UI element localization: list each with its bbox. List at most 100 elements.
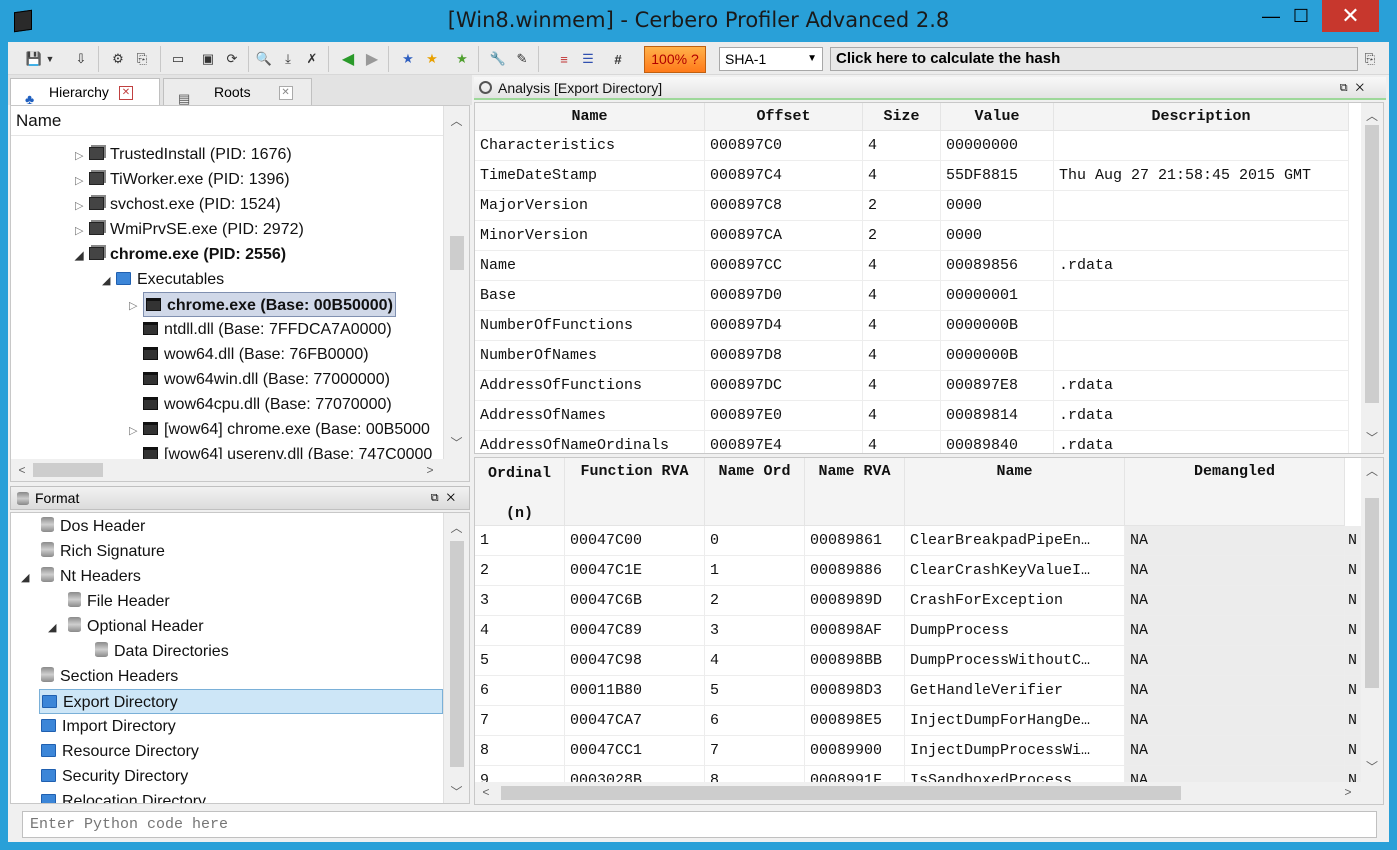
table-cell[interactable]: 00047C00 (565, 526, 705, 556)
table-cell[interactable]: 7 (475, 706, 565, 736)
table-cell[interactable]: 2 (475, 556, 565, 586)
table-cell[interactable]: 00000001 (941, 281, 1054, 311)
scroll-down-icon[interactable]: ﹀ (1361, 758, 1383, 775)
table-cell[interactable]: 000897C8 (705, 191, 863, 221)
table-cell[interactable]: DumpProcessWithoutC… (905, 646, 1125, 676)
panel-controls[interactable]: ⧉✕ (431, 487, 463, 509)
tree-node[interactable]: ◢ Nt Headers (21, 564, 141, 589)
tree-node[interactable]: ▷ svchost.exe (PID: 1524) (75, 192, 281, 217)
forward-arrow-icon[interactable]: ▶ (362, 49, 382, 69)
tree-node[interactable]: ◢ chrome.exe (PID: 2556) (75, 242, 286, 267)
table-cell[interactable]: InjectDumpProcessWi… (905, 736, 1125, 766)
table-cell[interactable]: 4 (863, 371, 941, 401)
column-header[interactable]: Name (475, 103, 705, 131)
table-cell[interactable]: AddressOfNameOrdinals (475, 431, 705, 453)
table-cell[interactable]: 4 (863, 281, 941, 311)
panel-icon[interactable]: ▣ (198, 49, 218, 69)
hash-icon[interactable]: # (608, 49, 628, 69)
refresh-icon[interactable]: ⟳ (222, 49, 242, 69)
tree-node[interactable]: ▷ WmiPrvSE.exe (PID: 2972) (75, 217, 304, 242)
table-cell[interactable]: 00047C6B (565, 586, 705, 616)
tree-node[interactable]: ▷ (129, 292, 143, 317)
table-cell[interactable]: NA (1125, 586, 1345, 616)
table-cell[interactable]: ClearBreakpadPipeEn… (905, 526, 1125, 556)
hierarchy-vertical-scrollbar[interactable]: ︿ ﹀ (443, 106, 469, 459)
layout-icon[interactable]: ≡ (554, 49, 574, 69)
scroll-up-icon[interactable]: ︿ (1361, 462, 1383, 479)
scroll-up-icon[interactable]: ︿ (444, 519, 469, 536)
table-cell[interactable]: 000897E0 (705, 401, 863, 431)
close-button[interactable]: ✕ (1322, 0, 1379, 32)
table-cell[interactable]: 000897CC (705, 251, 863, 281)
tree-node[interactable]: wow64win.dll (Base: 77000000) (143, 367, 390, 392)
column-header[interactable]: Description (1054, 103, 1349, 131)
table-cell[interactable]: 00000000 (941, 131, 1054, 161)
hash-algorithm-select[interactable]: SHA-1 ▼ (719, 47, 823, 71)
table-cell[interactable]: InjectDumpForHangDe… (905, 706, 1125, 736)
expand-icon[interactable]: ▷ (129, 419, 143, 444)
tree-node[interactable]: wow64.dll (Base: 76FB0000) (143, 342, 369, 367)
table-cell[interactable]: Base (475, 281, 705, 311)
table-cell[interactable]: 000897CA (705, 221, 863, 251)
hierarchy-column-header[interactable]: Name (11, 106, 443, 136)
scroll-right-icon[interactable]: > (423, 463, 437, 477)
table-cell[interactable]: 4 (475, 616, 565, 646)
table-cell[interactable]: 00089856 (941, 251, 1054, 281)
calc-icon[interactable]: 🔧 (488, 49, 508, 69)
scroll-left-icon[interactable]: < (15, 463, 29, 477)
table-cell[interactable]: 000897E4 (705, 431, 863, 453)
collapse-icon[interactable]: ◢ (21, 566, 41, 591)
scroll-down-icon[interactable]: ﹀ (444, 783, 469, 800)
tree-node[interactable]: Section Headers (41, 664, 178, 689)
open-icon[interactable]: ⇩ (71, 49, 91, 69)
table-cell[interactable]: N (1345, 736, 1361, 766)
table-cell[interactable]: N (1345, 586, 1361, 616)
table-cell[interactable]: 4 (863, 431, 941, 453)
table-cell[interactable]: 000898BB (805, 646, 905, 676)
collapse-icon[interactable]: ◢ (75, 244, 89, 269)
table-cell[interactable]: 0008989D (805, 586, 905, 616)
scroll-down-icon[interactable]: ﹀ (444, 434, 469, 451)
table-cell[interactable]: 0000000B (941, 341, 1054, 371)
scroll-thumb[interactable] (450, 236, 464, 270)
scroll-thumb[interactable] (1365, 125, 1379, 403)
tree-node[interactable]: ntdll.dll (Base: 7FFDCA7A0000) (143, 317, 392, 342)
expand-icon[interactable]: ▷ (75, 219, 89, 244)
column-header[interactable]: Size (863, 103, 941, 131)
scroll-thumb[interactable] (1365, 498, 1379, 688)
find-icon[interactable]: 🔍 (254, 49, 274, 69)
tree-node[interactable]: Data Directories (95, 639, 229, 664)
table-cell[interactable] (1054, 281, 1349, 311)
table-cell[interactable]: 8 (475, 736, 565, 766)
copy-hash-icon[interactable]: ⎘ (1360, 49, 1380, 69)
table-cell[interactable]: 3 (705, 616, 805, 646)
maximize-button[interactable]: ☐ (1278, 0, 1324, 32)
table-cell[interactable]: NA (1125, 706, 1345, 736)
table-cell[interactable] (1054, 131, 1349, 161)
tree-node[interactable]: Relocation Directory (41, 789, 206, 803)
table-cell[interactable]: 2 (863, 221, 941, 251)
table-cell[interactable]: .rdata (1054, 251, 1349, 281)
tree-node[interactable]: File Header (68, 589, 170, 614)
tree-node[interactable]: Security Directory (41, 764, 188, 789)
expand-icon[interactable]: ▷ (129, 294, 143, 319)
table-cell[interactable]: 00089861 (805, 526, 905, 556)
analysis-vertical-scrollbar[interactable]: ︿ ﹀ (1361, 103, 1383, 453)
table-cell[interactable]: 00089840 (941, 431, 1054, 453)
save-icon[interactable]: 💾 (24, 49, 44, 69)
close-tab-icon[interactable]: ✕ (278, 86, 293, 101)
table-cell[interactable]: 00011B80 (565, 676, 705, 706)
table-cell[interactable]: NA (1125, 646, 1345, 676)
table-cell[interactable]: 000897C4 (705, 161, 863, 191)
python-input[interactable] (22, 811, 1377, 838)
table-cell[interactable]: N (1345, 676, 1361, 706)
tab-hierarchy[interactable]: ♣ Hierarchy ✕ (10, 78, 160, 107)
save-dropdown-icon[interactable]: ▼ (44, 49, 56, 69)
table-cell[interactable]: .rdata (1054, 431, 1349, 453)
table-cell[interactable]: 4 (863, 311, 941, 341)
table-cell[interactable]: 4 (863, 131, 941, 161)
bookmark-add-icon[interactable]: ★ (398, 49, 418, 69)
columns-icon[interactable]: ☰ (578, 49, 598, 69)
scroll-thumb[interactable] (450, 541, 464, 767)
table-cell[interactable]: Characteristics (475, 131, 705, 161)
